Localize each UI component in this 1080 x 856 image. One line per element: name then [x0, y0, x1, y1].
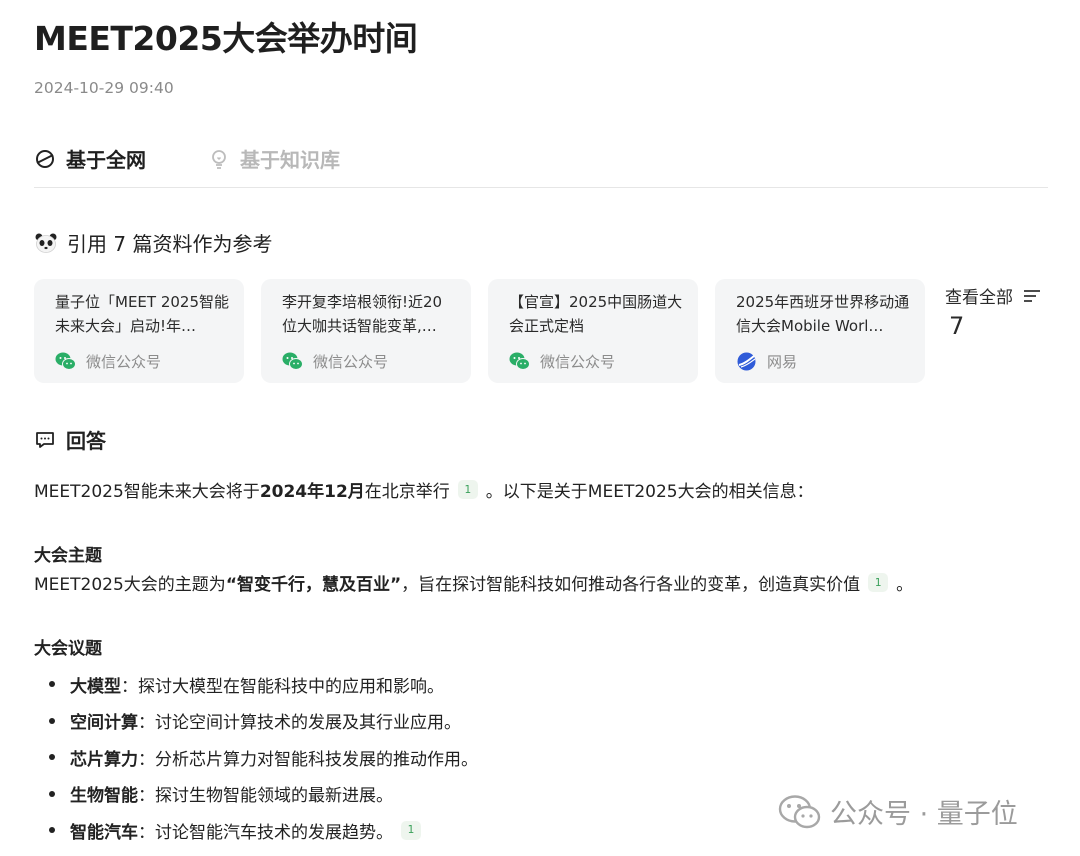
topic-term: 大模型 [70, 676, 121, 697]
wechat-icon [55, 351, 76, 372]
search-scope-tabs: 基于全网 基于知识库 [34, 138, 1048, 188]
list-item: 生物智能 ：探讨生物智能领域的最新进展。 [34, 776, 478, 813]
reference-card-source: 微信公众号 [55, 351, 161, 372]
view-all-references-button[interactable]: 查看全部 7 [945, 283, 1041, 340]
list-item: 空间计算 ：讨论空间计算技术的发展及其行业应用。 [34, 703, 478, 740]
theme-text: ，旨在探讨智能科技如何推动各行各业的变革，创造真实价值 [401, 575, 861, 595]
tab-label: 基于知识库 [240, 148, 340, 172]
topic-term: 空间计算 [70, 713, 138, 734]
page-title: MEET2025大会举办时间 [34, 19, 418, 58]
list-item: 智能汽车 ：讨论智能汽车技术的发展趋势。 1 [34, 812, 478, 849]
reference-card-title: 2025年西班牙世界移动通信大会Mobile Worl… [736, 293, 910, 335]
reference-card[interactable]: 量子位「MEET 2025智能未来大会」启动!年… 微信公众号 [34, 279, 244, 383]
answer-heading: 回答 [34, 425, 106, 454]
theme-text: MEET2025大会的主题为 [34, 575, 226, 595]
intro-bold: 2024年12月 [259, 482, 365, 502]
topics-heading: 大会议题 [34, 639, 102, 659]
reference-card-source: 微信公众号 [282, 351, 388, 372]
topic-term: 智能汽车 [70, 822, 138, 843]
watermark-text: 公众号 · 量子位 [830, 799, 1018, 830]
reference-count: 7 [949, 312, 965, 340]
list-icon [1023, 288, 1041, 304]
source-name: 微信公众号 [540, 353, 616, 371]
source-name: 微信公众号 [313, 353, 389, 371]
answer-intro: MEET2025智能未来大会将于 2024年12月 在北京举行 1 。以下是关于MEET… [34, 477, 814, 502]
theme-paragraph: MEET2025大会的主题为 “智变千行，慧及百业” ，旨在探讨智能科技如何推动各行… [34, 570, 913, 595]
topic-term: 生物智能 [70, 786, 138, 807]
chat-bubble-icon [34, 429, 56, 451]
tab-whole-web[interactable]: 基于全网 [34, 144, 146, 173]
reference-card-source: 微信公众号 [509, 351, 615, 372]
topic-desc: ：分析芯片算力对智能科技发展的推动作用。 [138, 749, 478, 770]
theme-text: 。 [896, 575, 914, 595]
lightbulb-icon [208, 148, 230, 170]
source-name: 微信公众号 [86, 353, 162, 371]
list-item: 芯片算力 ：分析芯片算力对智能科技发展的推动作用。 [34, 739, 478, 776]
reference-card-title: 量子位「MEET 2025智能未来大会」启动!年… [55, 293, 230, 335]
reference-card-source: 网易 [736, 351, 797, 372]
view-all-label: 查看全部 [945, 283, 1041, 308]
reference-card-title: 【官宣】2025中国肠道大会正式定档 [509, 293, 683, 335]
globe-icon [34, 148, 56, 170]
watermark: 公众号 · 量子位 [778, 792, 1018, 831]
reference-card[interactable]: 李开复李培根领衔!近20位大咖共话智能变革,… 微信公众号 [261, 279, 471, 383]
intro-text: 在北京举行 [364, 482, 450, 502]
theme-bold: “智变千行，慧及百业” [225, 575, 402, 595]
references-heading: 引用 7 篇资料作为参考 [34, 228, 272, 257]
list-item: 大模型 ：探讨大模型在智能科技中的应用和影响。 [34, 666, 478, 703]
panda-icon [34, 231, 58, 255]
intro-text: 。以下是关于MEET2025大会的相关信息： [485, 482, 814, 502]
topic-desc: ：讨论空间计算技术的发展及其行业应用。 [138, 713, 461, 734]
tab-knowledge-base[interactable]: 基于知识库 [208, 144, 340, 173]
view-all-text: 查看全部 [945, 288, 1013, 308]
reference-card[interactable]: 2025年西班牙世界移动通信大会Mobile Worl… 网易 [715, 279, 925, 383]
publish-date: 2024-10-29 09:40 [34, 79, 174, 97]
wechat-icon [778, 794, 822, 830]
answer-heading-text: 回答 [66, 429, 106, 453]
wechat-icon [282, 351, 303, 372]
reference-card-title: 李开复李培根领衔!近20位大咖共话智能变革,… [282, 293, 443, 335]
netease-icon [736, 351, 757, 372]
reference-card[interactable]: 【官宣】2025中国肠道大会正式定档 微信公众号 [488, 279, 698, 383]
references-heading-text: 引用 7 篇资料作为参考 [67, 232, 273, 256]
topic-desc: ：探讨大模型在智能科技中的应用和影响。 [121, 676, 444, 697]
topic-desc: ：讨论智能汽车技术的发展趋势。 [138, 822, 393, 843]
intro-text: MEET2025智能未来大会将于 [34, 482, 260, 502]
theme-heading: 大会主题 [34, 546, 102, 566]
citation-badge[interactable]: 1 [457, 480, 478, 499]
topic-desc: ：探讨生物智能领域的最新进展。 [138, 786, 393, 807]
topics-list: 大模型 ：探讨大模型在智能科技中的应用和影响。 空间计算 ：讨论空间计算技术的发展及… [34, 666, 478, 849]
citation-badge[interactable]: 1 [401, 820, 421, 840]
citation-badge[interactable]: 1 [868, 573, 889, 592]
topic-term: 芯片算力 [70, 749, 138, 770]
wechat-icon [509, 351, 530, 372]
source-name: 网易 [767, 353, 798, 371]
tab-label: 基于全网 [66, 148, 146, 172]
